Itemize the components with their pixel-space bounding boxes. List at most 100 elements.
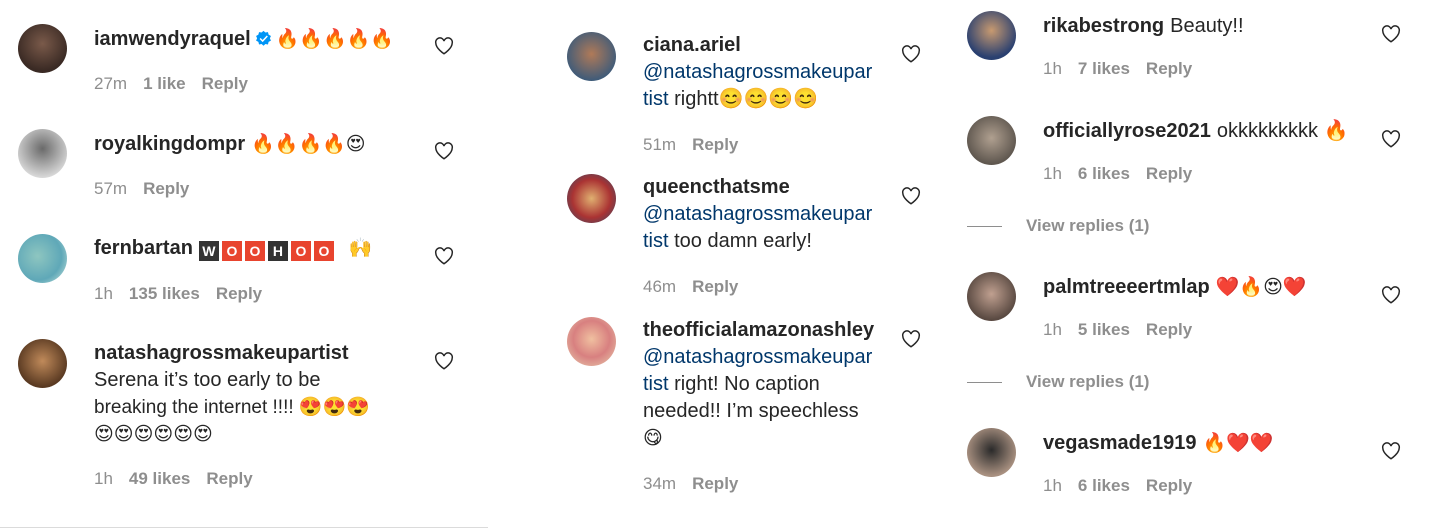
avatar[interactable]	[18, 234, 67, 283]
heart-outline-icon[interactable]	[1381, 130, 1401, 148]
avatar[interactable]	[567, 32, 616, 81]
comment-body: rikabestrong Beauty!!	[1043, 13, 1244, 40]
view-replies-button[interactable]: View replies (1)	[967, 216, 1149, 236]
comment-text-line: 😋	[643, 427, 663, 449]
comment-username[interactable]: natashagrossmakeupartist	[94, 342, 349, 364]
comment-time[interactable]: 1h	[94, 469, 113, 488]
comment-text: 🔥🔥🔥🔥🔥	[275, 28, 395, 50]
comment-likes[interactable]: 135 likes	[129, 284, 200, 303]
comment-time[interactable]: 1h	[1043, 476, 1062, 495]
comment-text: rightt😊😊😊😊	[674, 88, 819, 110]
comment-body: officiallyrose2021 okkkkkkkkk 🔥	[1043, 118, 1348, 145]
comment-time[interactable]: 1h	[1043, 59, 1062, 78]
letter-tile: O	[313, 241, 334, 261]
comment-username[interactable]: vegasmade1919	[1043, 432, 1196, 454]
comment-likes[interactable]: 5 likes	[1078, 320, 1130, 339]
comment-username[interactable]: ciana.ariel	[643, 34, 741, 56]
letter-tile: O	[244, 241, 265, 261]
avatar[interactable]	[967, 428, 1016, 477]
reply-button[interactable]: Reply	[692, 474, 738, 493]
comment-likes[interactable]: 6 likes	[1078, 164, 1130, 183]
divider-line	[967, 382, 1002, 384]
avatar[interactable]	[567, 317, 616, 366]
comment-meta: 34m Reply	[643, 474, 754, 494]
mention-link[interactable]: tist	[643, 373, 669, 395]
reply-button[interactable]: Reply	[1146, 320, 1192, 339]
avatar[interactable]	[967, 11, 1016, 60]
mention-link[interactable]: @natashagrossmakeupar	[643, 59, 903, 86]
comment-likes[interactable]: 6 likes	[1078, 476, 1130, 495]
comment-username[interactable]: theofficialamazonashley	[643, 319, 874, 341]
heart-outline-icon[interactable]	[434, 37, 454, 55]
reply-button[interactable]: Reply	[1146, 59, 1192, 78]
view-replies-label[interactable]: View replies (1)	[1026, 372, 1149, 391]
comment-text: 🔥❤️❤️	[1202, 432, 1274, 454]
comment-meta: 27m 1 like Reply	[94, 74, 264, 94]
verified-badge-icon	[255, 30, 271, 46]
comment-time[interactable]: 27m	[94, 74, 127, 93]
comment-username[interactable]: royalkingdompr	[94, 133, 245, 155]
comment-likes[interactable]: 1 like	[143, 74, 186, 93]
comment-text-line: breaking the internet !!!! 😍😍😍	[94, 397, 370, 418]
avatar[interactable]	[18, 24, 67, 73]
avatar[interactable]	[18, 129, 67, 178]
view-replies-label[interactable]: View replies (1)	[1026, 216, 1149, 235]
comment-body: palmtreeeertmlap ❤️🔥😍❤️	[1043, 274, 1307, 301]
heart-outline-icon[interactable]	[1381, 442, 1401, 460]
reply-button[interactable]: Reply	[1146, 164, 1192, 183]
comment-time[interactable]: 1h	[1043, 164, 1062, 183]
comment-username[interactable]: rikabestrong	[1043, 15, 1164, 37]
comment-text: Beauty!!	[1170, 15, 1244, 37]
comment-time[interactable]: 51m	[643, 135, 676, 154]
comment-text-line: needed!! I’m speechless	[643, 400, 859, 422]
heart-outline-icon[interactable]	[1381, 25, 1401, 43]
avatar[interactable]	[567, 174, 616, 223]
reply-button[interactable]: Reply	[692, 277, 738, 296]
comment-body: royalkingdompr 🔥🔥🔥🔥😍	[94, 131, 366, 158]
comment-username[interactable]: queencthatsme	[643, 176, 790, 198]
comment-text-line: Serena it’s too early to be	[94, 369, 321, 391]
heart-outline-icon[interactable]	[1381, 286, 1401, 304]
comment-text: 🙌	[348, 237, 373, 259]
reply-button[interactable]: Reply	[216, 284, 262, 303]
comment-meta: 51m Reply	[643, 135, 754, 155]
comment-time[interactable]: 57m	[94, 179, 127, 198]
reply-button[interactable]: Reply	[206, 469, 252, 488]
avatar[interactable]	[967, 272, 1016, 321]
comment-time[interactable]: 34m	[643, 474, 676, 493]
comment-likes[interactable]: 7 likes	[1078, 59, 1130, 78]
heart-outline-icon[interactable]	[434, 352, 454, 370]
comment-meta: 57m Reply	[94, 179, 205, 199]
mention-link[interactable]: @natashagrossmakeupar	[643, 201, 903, 228]
view-replies-button[interactable]: View replies (1)	[967, 372, 1149, 392]
comment-text: right! No caption	[674, 373, 820, 395]
mention-link[interactable]: tist	[643, 88, 669, 110]
comment-username[interactable]: fernbartan	[94, 237, 193, 259]
heart-outline-icon[interactable]	[901, 330, 921, 348]
heart-outline-icon[interactable]	[434, 247, 454, 265]
reply-button[interactable]: Reply	[1146, 476, 1192, 495]
avatar[interactable]	[18, 339, 67, 388]
avatar[interactable]	[967, 116, 1016, 165]
comment-username[interactable]: officiallyrose2021	[1043, 120, 1211, 142]
letter-tile: O	[290, 241, 311, 261]
comment-likes[interactable]: 49 likes	[129, 469, 190, 488]
comment-text: okkkkkkkkk 🔥	[1216, 120, 1349, 142]
comment-username[interactable]: palmtreeeertmlap	[1043, 276, 1210, 298]
comment-time[interactable]: 46m	[643, 277, 676, 296]
comment-body: fernbartan W O O H O O 🙌	[94, 235, 372, 262]
heart-outline-icon[interactable]	[901, 187, 921, 205]
letter-tile: W	[198, 241, 219, 261]
heart-outline-icon[interactable]	[434, 142, 454, 160]
reply-button[interactable]: Reply	[202, 74, 248, 93]
reply-button[interactable]: Reply	[143, 179, 189, 198]
mention-link[interactable]: tist	[643, 230, 669, 252]
heart-outline-icon[interactable]	[901, 45, 921, 63]
comment-time[interactable]: 1h	[94, 284, 113, 303]
comment-username[interactable]: iamwendyraquel	[94, 28, 251, 50]
comment-meta: 1h 6 likes Reply	[1043, 164, 1208, 184]
comment-time[interactable]: 1h	[1043, 320, 1062, 339]
reply-button[interactable]: Reply	[692, 135, 738, 154]
mention-link[interactable]: @natashagrossmakeupar	[643, 344, 903, 371]
comment-meta: 1h 5 likes Reply	[1043, 320, 1208, 340]
